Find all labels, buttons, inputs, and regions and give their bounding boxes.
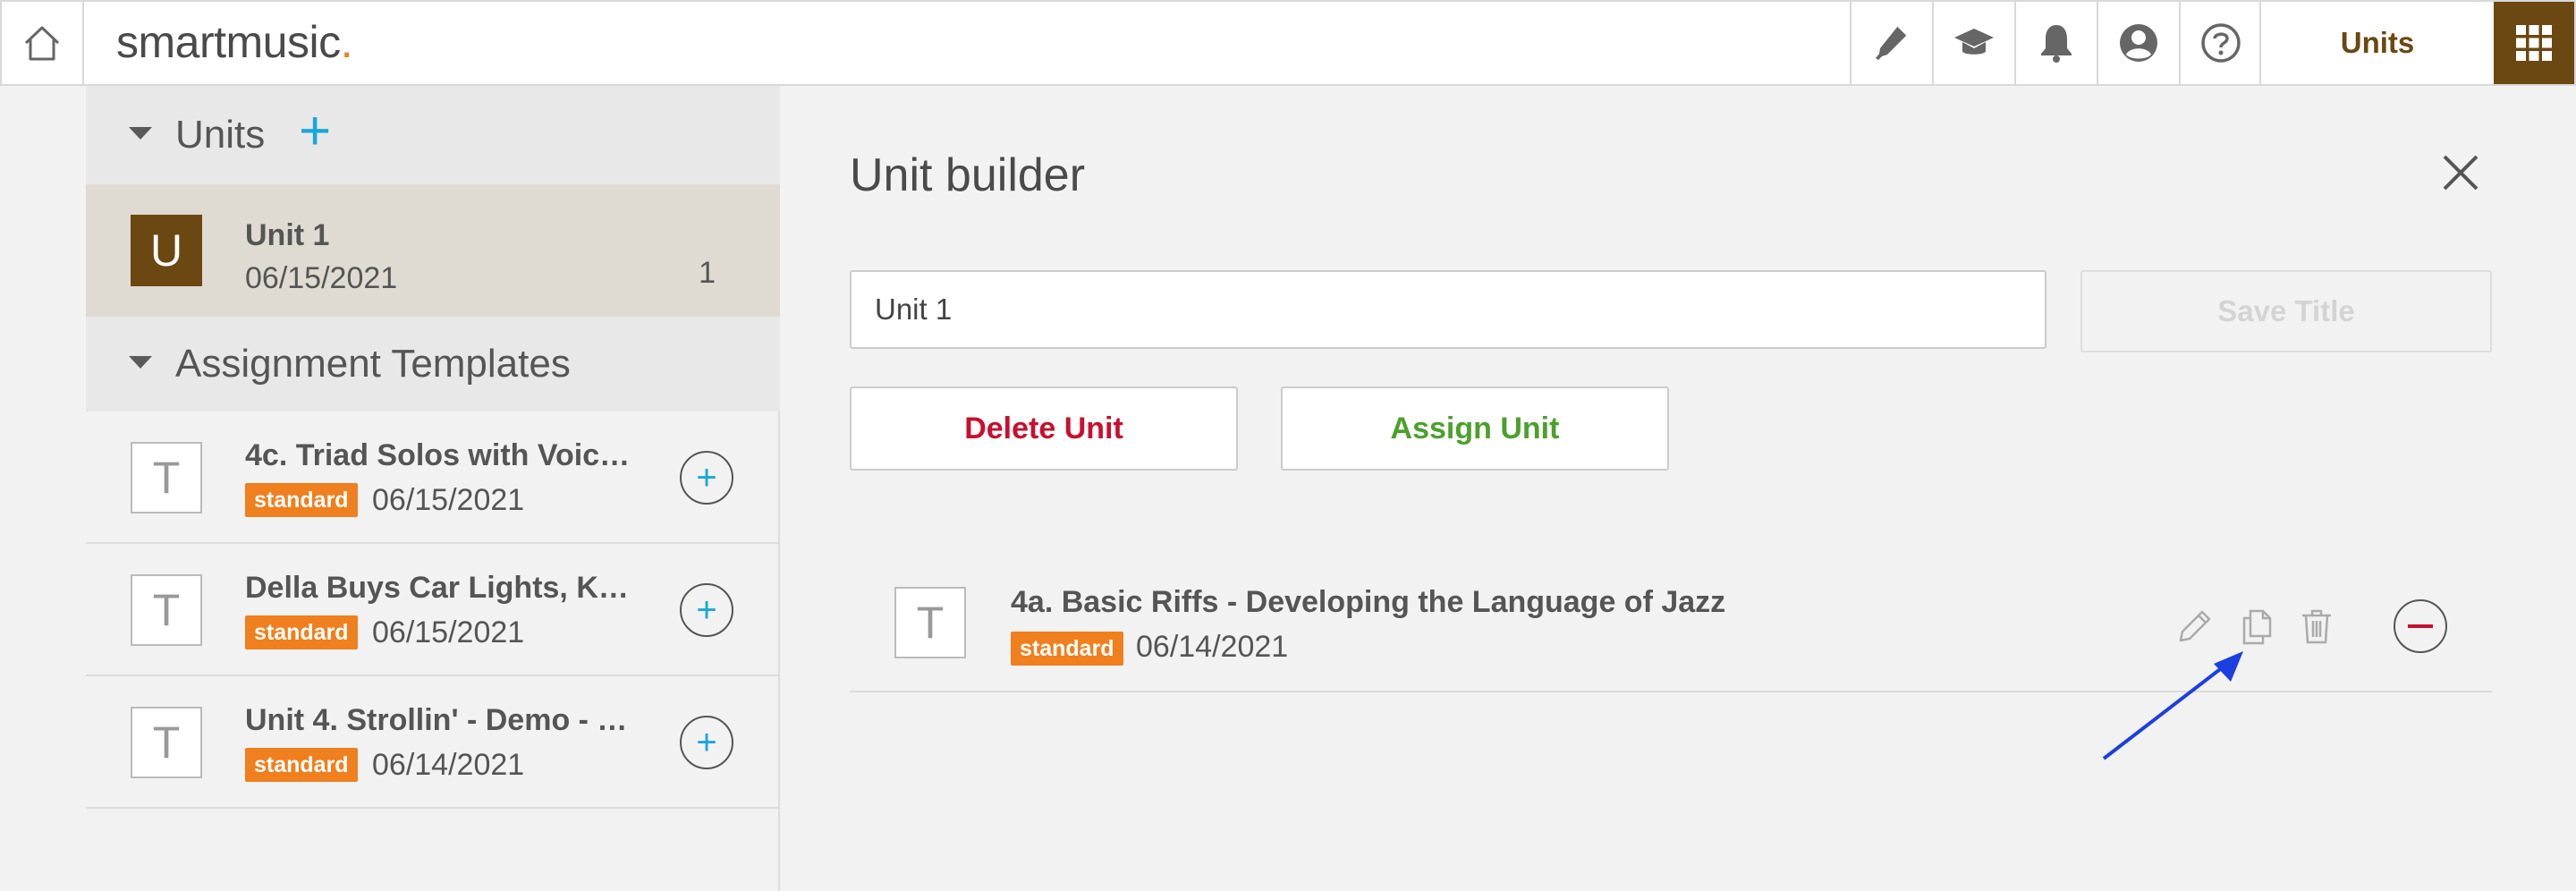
unit-title: Unit 1 — [245, 218, 330, 252]
template-date: 06/14/2021 — [372, 748, 525, 782]
units-section-header[interactable]: Units + — [86, 86, 780, 184]
duplicate-icon — [2242, 609, 2272, 645]
delete-unit-button[interactable]: Delete Unit — [850, 386, 1238, 471]
templates-section-title: Assignment Templates — [175, 342, 571, 386]
unit-item-count: 1 — [699, 256, 716, 290]
graduation-cap-icon — [1954, 29, 1994, 55]
help-icon — [2201, 23, 2241, 63]
tuner-button[interactable] — [1850, 2, 1932, 84]
plus-icon: + — [696, 723, 717, 762]
app-logo[interactable]: smartmusic. — [116, 16, 353, 68]
plus-icon: + — [696, 590, 717, 630]
item-avatar: T — [894, 587, 966, 658]
caret-down-icon[interactable] — [129, 127, 152, 140]
unit-title-input[interactable] — [850, 270, 2046, 349]
grid-icon — [2516, 25, 2552, 61]
assign-unit-button[interactable]: Assign Unit — [1281, 386, 1669, 471]
page-title: Unit builder — [850, 149, 1086, 201]
template-avatar: T — [131, 707, 202, 778]
bell-icon — [2041, 25, 2072, 63]
template-title: Unit 4. Strollin' - Demo - … — [245, 703, 628, 737]
edit-button[interactable] — [2175, 607, 2215, 646]
add-template-button[interactable]: + — [680, 716, 733, 769]
add-template-button[interactable]: + — [680, 583, 733, 637]
apps-menu-button[interactable] — [2494, 2, 2574, 84]
add-template-button[interactable]: + — [680, 451, 733, 505]
tuner-icon — [1876, 25, 1908, 60]
classes-button[interactable] — [1932, 2, 2014, 84]
units-section-title: Units — [175, 113, 266, 157]
unit-list-item[interactable]: U Unit 1 06/15/2021 1 — [86, 184, 780, 317]
template-date: 06/15/2021 — [372, 615, 525, 649]
standard-badge: standard — [245, 748, 358, 782]
nav-units-link[interactable]: Units — [2259, 2, 2494, 84]
annotation-arrow — [2102, 651, 2243, 760]
standard-badge: standard — [1011, 632, 1123, 666]
home-button[interactable] — [2, 2, 84, 84]
item-date: 06/14/2021 — [1136, 630, 1289, 664]
close-icon — [2443, 155, 2479, 191]
duplicate-button[interactable] — [2238, 607, 2277, 646]
unit-date: 06/15/2021 — [245, 261, 398, 295]
plus-icon: + — [696, 458, 717, 497]
template-list-item[interactable]: T Della Buys Car Lights, K… standard 06/… — [86, 544, 780, 676]
delete-item-button[interactable] — [2297, 607, 2336, 646]
remove-item-button[interactable] — [2394, 599, 2447, 653]
close-button[interactable] — [2438, 150, 2483, 195]
help-button[interactable] — [2179, 2, 2261, 84]
pencil-icon — [2179, 610, 2211, 642]
logo-dot: . — [340, 17, 353, 67]
account-button[interactable] — [2097, 2, 2179, 84]
add-unit-button[interactable]: + — [299, 104, 331, 159]
standard-badge: standard — [245, 615, 358, 649]
standard-badge: standard — [245, 483, 358, 517]
template-avatar: T — [131, 574, 202, 646]
template-list-item[interactable]: T Unit 4. Strollin' - Demo - … standard … — [86, 676, 780, 809]
template-title: 4c. Triad Solos with Voic… — [245, 438, 631, 472]
top-bar: smartmusic. Units — [0, 0, 2576, 86]
logo-text: smartmusic — [116, 17, 341, 67]
item-title: 4a. Basic Riffs - Developing the Languag… — [1011, 585, 1726, 619]
account-icon — [2120, 24, 2157, 62]
caret-down-icon[interactable] — [129, 356, 152, 369]
home-icon — [24, 26, 60, 61]
template-list-item[interactable]: T 4c. Triad Solos with Voic… standard 06… — [86, 412, 780, 544]
template-title: Della Buys Car Lights, K… — [245, 571, 629, 605]
trash-icon — [2302, 609, 2331, 644]
notifications-button[interactable] — [2014, 2, 2097, 84]
unit-avatar: U — [131, 215, 202, 286]
template-avatar: T — [131, 442, 202, 513]
minus-icon — [2408, 624, 2433, 628]
template-date: 06/15/2021 — [372, 483, 525, 517]
save-title-button[interactable]: Save Title — [2080, 270, 2492, 352]
templates-section-header[interactable]: Assignment Templates — [86, 317, 780, 412]
sidebar: Units + U Unit 1 06/15/2021 1 Assignment… — [86, 86, 780, 891]
